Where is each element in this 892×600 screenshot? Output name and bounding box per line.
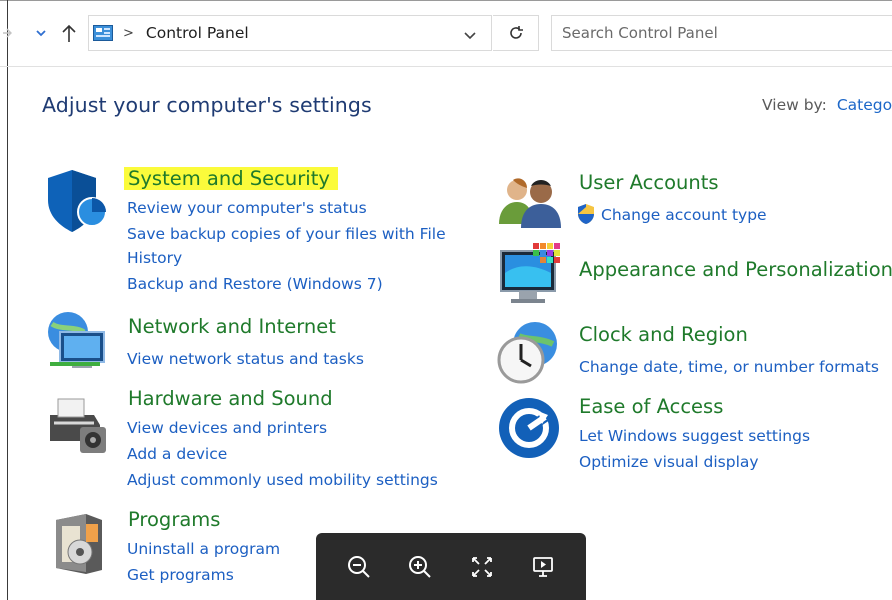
printer-icon xyxy=(44,393,110,461)
link-change-date-time-formats[interactable]: Change date, time, or number formats xyxy=(579,357,879,377)
link-network-status[interactable]: View network status and tasks xyxy=(127,349,364,369)
navigation-bar: > Control Panel xyxy=(0,0,892,67)
address-dropdown-chevron-icon[interactable] xyxy=(463,26,477,45)
category-system-and-security[interactable]: System and Security xyxy=(124,167,338,190)
link-change-account-type[interactable]: Change account type xyxy=(601,205,767,225)
link-review-status[interactable]: Review your computer's status xyxy=(127,198,367,218)
link-file-history[interactable]: History xyxy=(127,248,182,268)
present-icon[interactable] xyxy=(523,547,563,587)
network-icon xyxy=(42,310,112,378)
search-box[interactable] xyxy=(551,15,892,51)
search-input[interactable] xyxy=(562,24,882,42)
up-arrow-icon[interactable] xyxy=(58,20,80,46)
category-hardware-and-sound[interactable]: Hardware and Sound xyxy=(128,387,333,410)
appearance-icon xyxy=(499,243,563,313)
zoom-in-icon[interactable] xyxy=(400,547,440,587)
link-windows-suggest-settings[interactable]: Let Windows suggest settings xyxy=(579,426,810,446)
ease-of-access-icon xyxy=(498,397,560,463)
link-save-backup-copies[interactable]: Save backup copies of your files with Fi… xyxy=(127,224,446,244)
clock-icon xyxy=(495,320,561,390)
category-clock-and-region[interactable]: Clock and Region xyxy=(579,323,748,346)
fit-screen-icon[interactable] xyxy=(462,547,502,587)
shield-icon xyxy=(44,168,108,238)
category-programs[interactable]: Programs xyxy=(128,508,220,531)
view-by: View by: Catego xyxy=(762,96,892,114)
refresh-button[interactable] xyxy=(493,15,539,51)
link-optimize-visual-display[interactable]: Optimize visual display xyxy=(579,452,759,472)
uac-shield-icon xyxy=(576,203,596,229)
users-icon xyxy=(497,174,561,234)
view-by-label: View by: xyxy=(762,96,827,114)
link-get-programs[interactable]: Get programs xyxy=(127,565,234,585)
view-by-dropdown[interactable]: Catego xyxy=(837,96,892,114)
link-backup-restore[interactable]: Backup and Restore (Windows 7) xyxy=(127,274,383,294)
control-panel-icon xyxy=(93,25,113,41)
link-mobility-settings[interactable]: Adjust commonly used mobility settings xyxy=(127,470,438,490)
category-user-accounts[interactable]: User Accounts xyxy=(579,171,719,194)
category-ease-of-access[interactable]: Ease of Access xyxy=(579,395,723,418)
forward-arrow-icon[interactable] xyxy=(0,20,14,46)
link-add-device[interactable]: Add a device xyxy=(127,444,227,464)
link-uninstall-program[interactable]: Uninstall a program xyxy=(127,539,280,559)
address-bar[interactable]: > Control Panel xyxy=(88,15,492,51)
breadcrumb-separator-icon: > xyxy=(123,25,134,41)
link-devices-printers[interactable]: View devices and printers xyxy=(127,418,327,438)
system-and-security-title[interactable]: System and Security xyxy=(124,167,338,190)
window-left-border xyxy=(7,0,8,600)
refresh-icon xyxy=(509,26,523,39)
category-network-and-internet[interactable]: Network and Internet xyxy=(128,315,336,338)
category-appearance-and-personalization[interactable]: Appearance and Personalization xyxy=(579,258,892,281)
breadcrumb-control-panel[interactable]: Control Panel xyxy=(146,24,249,42)
zoom-toolbar xyxy=(316,533,586,600)
page-title: Adjust your computer's settings xyxy=(42,93,372,117)
programs-icon xyxy=(52,512,106,580)
zoom-out-icon[interactable] xyxy=(339,547,379,587)
recent-locations-chevron-icon[interactable] xyxy=(32,20,50,46)
